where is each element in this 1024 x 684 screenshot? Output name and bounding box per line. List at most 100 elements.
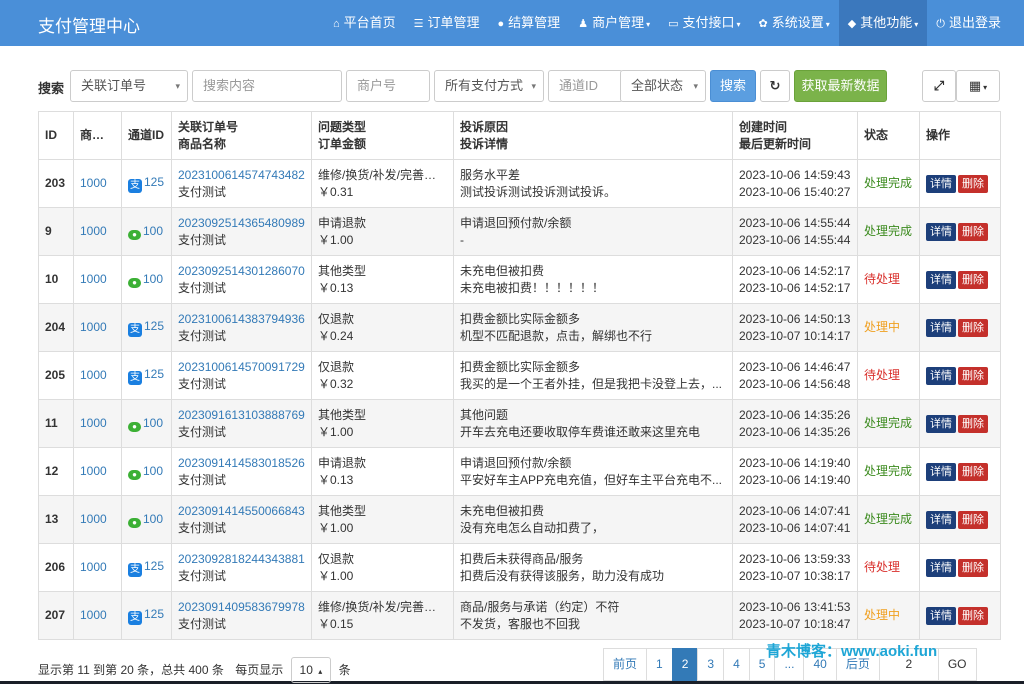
merchant-link[interactable]: 1000 <box>80 368 107 382</box>
merchant-id-input[interactable]: 商户号 <box>346 70 430 102</box>
product-name: 支付测试 <box>178 328 227 343</box>
nav-item-power[interactable]: ⏻ 退出登录 <box>927 0 1010 46</box>
column-header[interactable]: ID <box>38 111 74 160</box>
order-link[interactable]: 2023091409583679978 <box>178 599 305 616</box>
caret-up-icon: ▴ <box>318 667 323 676</box>
search-button[interactable]: 搜索 <box>710 70 756 102</box>
channel-id: 100 <box>143 416 164 430</box>
column-header[interactable]: 问题类型 订单金额 <box>311 111 454 160</box>
alipay-icon: 支 <box>128 371 142 385</box>
merchant-link[interactable]: 1000 <box>80 464 107 478</box>
detail-button[interactable]: 详情 <box>926 462 956 481</box>
merchant-link[interactable]: 1000 <box>80 320 107 334</box>
detail-button[interactable]: 详情 <box>926 558 956 577</box>
product-name: 支付测试 <box>178 616 227 631</box>
column-header[interactable]: 投诉原因 投诉详情 <box>453 111 733 160</box>
order-link[interactable]: 2023091613103888769 <box>178 407 305 424</box>
order-link[interactable]: 2023100614574743482 <box>178 167 305 184</box>
delete-button[interactable]: 删除 <box>958 558 988 577</box>
merchant-link[interactable]: 1000 <box>80 560 107 574</box>
delete-button[interactable]: 删除 <box>958 318 988 337</box>
merchant-link[interactable]: 1000 <box>80 608 107 622</box>
nav-item-cube[interactable]: ◆ 其他功能 ▾ <box>838 0 928 46</box>
refresh-button[interactable]: ↻ <box>760 70 790 102</box>
complaint-detail: 未充电被扣费！！！！！！ <box>460 280 605 295</box>
delete-button[interactable]: 删除 <box>958 510 988 529</box>
page-link[interactable]: 2 <box>671 648 699 681</box>
order-link[interactable]: 2023100614383794936 <box>178 311 305 328</box>
updated-time: 2023-10-06 15:40:27 <box>739 184 851 199</box>
detail-button[interactable]: 详情 <box>926 510 956 529</box>
channel-id-input[interactable]: 通道ID <box>548 70 623 102</box>
caret-down-icon: ▾ <box>983 83 988 92</box>
column-header[interactable]: 操作 <box>919 111 1001 160</box>
delete-button[interactable]: 删除 <box>958 414 988 433</box>
delete-button[interactable]: 删除 <box>958 462 988 481</box>
detail-button[interactable]: 详情 <box>926 270 956 289</box>
search-field-select[interactable]: 关联订单号 ▾ <box>70 70 188 102</box>
nav-item-user[interactable]: ♟ 商户管理 ▾ <box>569 0 659 46</box>
per-page-value: 10 <box>299 663 313 677</box>
delete-button[interactable]: 删除 <box>958 174 988 193</box>
delete-button[interactable]: 删除 <box>958 606 988 625</box>
nav-item-list[interactable]: ☰ 订单管理 <box>405 0 489 46</box>
column-header[interactable]: 创建时间 最后更新时间 <box>732 111 858 160</box>
search-field-select-value: 关联订单号 <box>81 78 147 93</box>
column-header[interactable]: 商户号 <box>73 111 122 160</box>
delete-button[interactable]: 删除 <box>958 270 988 289</box>
column-header-line1: 通道ID <box>128 128 165 142</box>
cell-merchant: 1000 <box>73 303 122 352</box>
nav-item-gear[interactable]: ✿ 系统设置 ▾ <box>750 0 839 46</box>
status-select[interactable]: 全部状态 ▾ <box>620 70 706 102</box>
merchant-link[interactable]: 1000 <box>80 224 107 238</box>
fullscreen-button[interactable]: ⤢ <box>922 70 956 102</box>
columns-toggle-button[interactable]: ▦ ▾ <box>956 70 1000 102</box>
search-content-input[interactable]: 搜索内容 <box>192 70 342 102</box>
issue-type: 申请退款 <box>318 215 367 230</box>
paytype-select[interactable]: 所有支付方式 ▾ <box>434 70 544 102</box>
detail-button[interactable]: 详情 <box>926 222 956 241</box>
merchant-link[interactable]: 1000 <box>80 176 107 190</box>
page-link[interactable]: 4 <box>723 648 750 681</box>
detail-button[interactable]: 详情 <box>926 366 956 385</box>
cell-channel: 支 125 <box>121 303 172 352</box>
order-link[interactable]: 2023091414583018526 <box>178 455 305 472</box>
complaint-detail: - <box>460 232 464 247</box>
cell-actions: 详情 删除 <box>919 255 1001 304</box>
nav-item-home[interactable]: ⌂ 平台首页 <box>324 0 405 46</box>
table-row: 10 1000 ● 100 2023092514301286070 支付测试 其他类型 ￥0.… <box>38 255 1001 304</box>
order-link[interactable]: 2023092514301286070 <box>178 263 305 280</box>
detail-button[interactable]: 详情 <box>926 606 956 625</box>
detail-button[interactable]: 详情 <box>926 174 956 193</box>
per-page-select[interactable]: 10 ▴ <box>290 657 332 683</box>
column-header[interactable]: 关联订单号 商品名称 <box>171 111 312 160</box>
cell-order: 2023100614570091729 支付测试 <box>171 351 312 400</box>
nav-item-coin[interactable]: ● 结算管理 <box>489 0 570 46</box>
merchant-link[interactable]: 1000 <box>80 512 107 526</box>
fetch-latest-button[interactable]: 获取最新数据 <box>794 70 887 102</box>
merchant-link[interactable]: 1000 <box>80 272 107 286</box>
search-toolbar: 搜索 关联订单号 ▾ 搜索内容 商户号 所有支付方式 ▾ 通道ID 全部状态 ▾ 搜索… <box>38 70 1000 103</box>
delete-button[interactable]: 删除 <box>958 366 988 385</box>
order-link[interactable]: 2023091414550066843 <box>178 503 305 520</box>
order-amount: ￥1.00 <box>318 424 354 439</box>
order-link[interactable]: 2023092514365480989 <box>178 215 305 232</box>
column-header[interactable]: 状态 <box>857 111 920 160</box>
order-link[interactable]: 2023100614570091729 <box>178 359 305 376</box>
merchant-link[interactable]: 1000 <box>80 416 107 430</box>
nav-item-card[interactable]: ▭ 支付接口 ▾ <box>659 0 749 46</box>
page-go-button[interactable]: GO <box>937 648 977 681</box>
page-prev[interactable]: 前页 <box>603 648 648 681</box>
search-label: 搜索 <box>38 81 65 96</box>
column-header[interactable]: 通道ID <box>121 111 172 160</box>
delete-button[interactable]: 删除 <box>958 222 988 241</box>
page-link[interactable]: 1 <box>646 648 673 681</box>
detail-button[interactable]: 详情 <box>926 414 956 433</box>
order-link[interactable]: 2023092818244343881 <box>178 551 305 568</box>
caret-down-icon: ▾ <box>825 20 830 29</box>
page-link[interactable]: 3 <box>697 648 725 681</box>
cell-reason: 扣费后未获得商品/服务 扣费后没有获得该服务，助力没有成功 <box>453 543 733 592</box>
brand-title[interactable]: 支付管理中心 <box>38 12 140 37</box>
cell-reason: 商品/服务与承诺（约定）不符 不发货，客服也不回我 <box>453 591 733 640</box>
detail-button[interactable]: 详情 <box>926 318 956 337</box>
